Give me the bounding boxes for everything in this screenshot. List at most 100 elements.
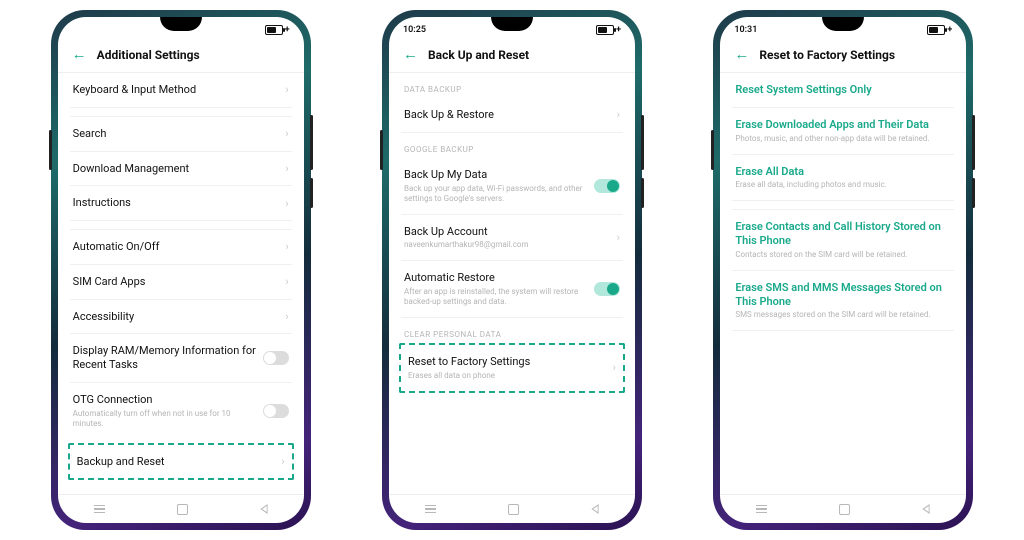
row-automatic-restore[interactable]: Automatic Restore After an app is reinst…	[401, 261, 623, 318]
row-accessibility[interactable]: Accessibility ›	[70, 300, 292, 335]
chevron-right-icon: ›	[617, 108, 620, 121]
row-label: Display RAM/Memory Information for Recen…	[73, 344, 263, 372]
page-title: Additional Settings	[97, 48, 200, 62]
row-erase-apps[interactable]: Erase Downloaded Apps and Their Data Pho…	[732, 108, 954, 155]
phone-additional-settings: + ← Additional Settings Keyboard & Input…	[51, 10, 311, 530]
chevron-right-icon: ›	[285, 275, 288, 288]
row-label: Download Management	[73, 162, 280, 176]
row-label: Instructions	[73, 196, 280, 210]
status-time: 10:31	[734, 25, 757, 35]
toggle-otg[interactable]	[263, 404, 289, 418]
highlight-backup-reset: Backup and Reset ›	[68, 443, 294, 481]
nav-home-icon[interactable]	[177, 504, 188, 515]
row-backup-reset[interactable]: Backup and Reset ›	[74, 445, 288, 479]
chevron-right-icon: ›	[285, 310, 288, 323]
nav-bar	[58, 494, 304, 523]
chevron-right-icon: ›	[613, 361, 616, 374]
toggle-ram[interactable]	[263, 351, 289, 365]
battery-charging-icon: +	[285, 25, 290, 35]
back-arrow-icon[interactable]: ←	[72, 47, 87, 62]
nav-back-icon[interactable]	[923, 504, 930, 514]
nav-back-icon[interactable]	[260, 504, 267, 514]
chevron-right-icon: ›	[281, 455, 284, 468]
screen-header: ← Additional Settings	[58, 39, 304, 73]
phone-side-button	[49, 130, 52, 170]
row-sublabel: Back up your app data, Wi-Fi passwords, …	[404, 184, 594, 204]
row-reset-factory[interactable]: Reset to Factory Settings Erases all dat…	[405, 345, 619, 391]
section-google-backup: GOOGLE BACKUP	[404, 145, 620, 154]
row-label: SIM Card Apps	[73, 275, 280, 289]
nav-back-icon[interactable]	[591, 504, 598, 514]
battery-charging-icon: +	[947, 25, 952, 35]
row-sublabel: Erase all data, including photos and mus…	[735, 180, 951, 190]
row-sublabel: After an app is reinstalled, the system …	[404, 287, 594, 307]
row-sublabel: SMS messages stored on the SIM card will…	[735, 310, 951, 320]
row-backup-my-data[interactable]: Back Up My Data Back up your app data, W…	[401, 158, 623, 215]
toggle-backup-my-data[interactable]	[594, 179, 620, 193]
row-label: Erase All Data	[735, 165, 951, 179]
row-sim-card-apps[interactable]: SIM Card Apps ›	[70, 265, 292, 300]
chevron-right-icon: ›	[285, 162, 288, 175]
row-label: Reset System Settings Only	[735, 83, 951, 97]
battery-icon	[927, 25, 945, 35]
row-search[interactable]: Search ›	[70, 117, 292, 152]
phone-backup-and-reset: 10:25 + ← Back Up and Reset DATA BACKUP …	[382, 10, 642, 530]
row-label: Erase Contacts and Call History Stored o…	[735, 220, 951, 248]
row-label: Reset to Factory Settings	[408, 355, 607, 369]
battery-icon	[596, 25, 614, 35]
row-erase-all-data[interactable]: Erase All Data Erase all data, including…	[732, 155, 954, 202]
section-clear-personal: CLEAR PERSONAL DATA	[404, 330, 620, 339]
nav-home-icon[interactable]	[839, 504, 850, 515]
row-erase-sms[interactable]: Erase SMS and MMS Messages Stored on Thi…	[732, 271, 954, 332]
phone-side-button	[380, 130, 383, 170]
status-time: 10:25	[403, 25, 426, 35]
row-label: Automatic On/Off	[73, 240, 280, 254]
row-label: Back Up My Data	[404, 168, 594, 182]
row-display-ram[interactable]: Display RAM/Memory Information for Recen…	[70, 334, 292, 383]
row-reset-system-settings[interactable]: Reset System Settings Only	[732, 73, 954, 108]
row-sublabel: naveenkumarthakur98@gmail.com	[404, 240, 611, 250]
page-title: Reset to Factory Settings	[759, 48, 895, 62]
phone-reset-factory-settings: 10:31 + ← Reset to Factory Settings Rese…	[713, 10, 973, 530]
row-label: Keyboard & Input Method	[73, 83, 280, 97]
row-label: Erase Downloaded Apps and Their Data	[735, 118, 951, 132]
row-label: Erase SMS and MMS Messages Stored on Thi…	[735, 281, 951, 309]
chevron-right-icon: ›	[285, 83, 288, 96]
row-label: Back Up & Restore	[404, 108, 611, 122]
phone-side-button	[310, 115, 313, 170]
chevron-right-icon: ›	[285, 127, 288, 140]
nav-recents-icon[interactable]	[756, 505, 767, 513]
highlight-reset-factory: Reset to Factory Settings Erases all dat…	[399, 343, 625, 393]
row-sublabel: Photos, music, and other non-app data wi…	[735, 134, 951, 144]
nav-recents-icon[interactable]	[94, 505, 105, 513]
row-label: Accessibility	[73, 310, 280, 324]
chevron-right-icon: ›	[285, 240, 288, 253]
row-backup-restore[interactable]: Back Up & Restore ›	[401, 98, 623, 133]
row-automatic-onoff[interactable]: Automatic On/Off ›	[70, 230, 292, 265]
screen-header: ← Back Up and Reset	[389, 39, 635, 73]
row-label: Back Up Account	[404, 225, 611, 239]
row-label: Search	[73, 127, 280, 141]
nav-recents-icon[interactable]	[425, 505, 436, 513]
phone-side-button	[972, 178, 975, 208]
nav-home-icon[interactable]	[508, 504, 519, 515]
row-label: Automatic Restore	[404, 271, 594, 285]
battery-charging-icon: +	[616, 25, 621, 35]
row-erase-contacts[interactable]: Erase Contacts and Call History Stored o…	[732, 210, 954, 271]
row-download-management[interactable]: Download Management ›	[70, 152, 292, 187]
back-arrow-icon[interactable]: ←	[403, 47, 418, 62]
back-arrow-icon[interactable]: ←	[734, 47, 749, 62]
section-data-backup: DATA BACKUP	[404, 85, 620, 94]
phone-side-button	[972, 115, 975, 170]
row-instructions[interactable]: Instructions ›	[70, 186, 292, 221]
row-keyboard-input[interactable]: Keyboard & Input Method ›	[70, 73, 292, 108]
chevron-right-icon: ›	[285, 197, 288, 210]
row-sublabel: Contacts stored on the SIM card will be …	[735, 250, 951, 260]
toggle-automatic-restore[interactable]	[594, 282, 620, 296]
row-label: Backup and Reset	[77, 455, 276, 469]
row-otg-connection[interactable]: OTG Connection Automatically turn off wh…	[70, 383, 292, 439]
nav-bar	[389, 494, 635, 523]
phone-side-button	[711, 130, 714, 170]
phone-side-button	[641, 178, 644, 208]
row-backup-account[interactable]: Back Up Account naveenkumarthakur98@gmai…	[401, 215, 623, 262]
